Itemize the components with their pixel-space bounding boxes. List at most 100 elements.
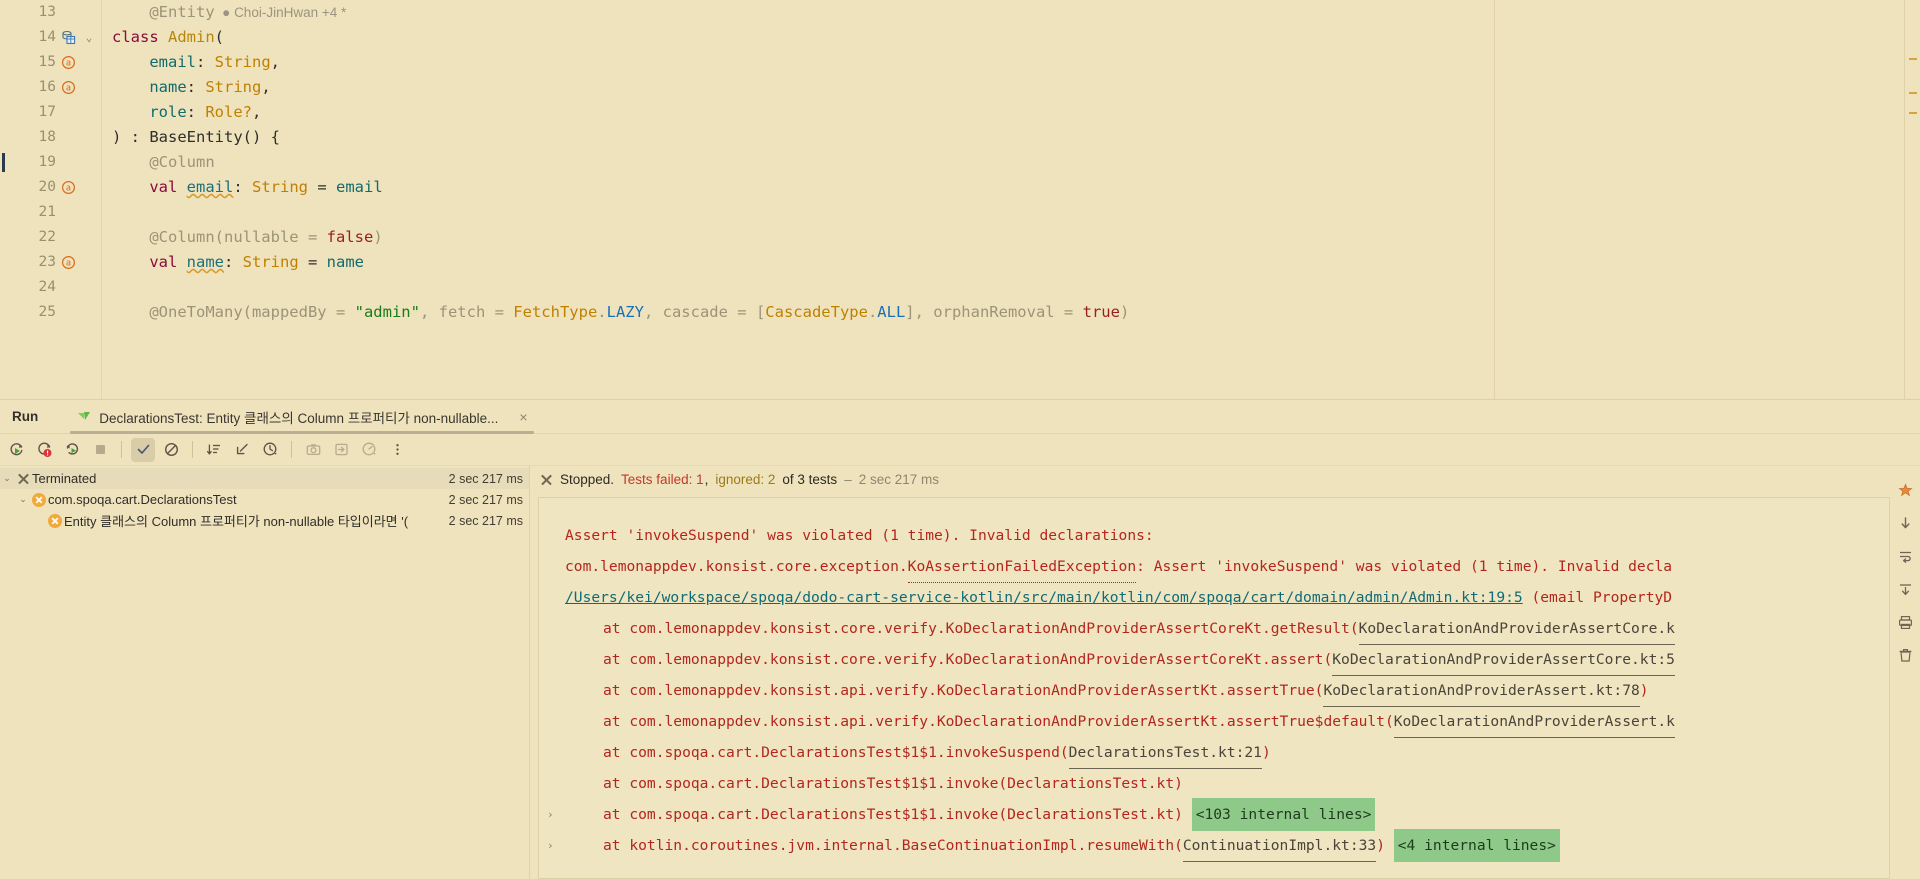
annotation-icon[interactable]: a bbox=[56, 75, 80, 100]
code-line[interactable]: @OneToMany(mappedBy = "admin", fetch = F… bbox=[102, 300, 1920, 325]
show-passed-button[interactable] bbox=[131, 437, 155, 462]
code-line[interactable]: @Column bbox=[102, 150, 1920, 175]
scroll-to-end-icon[interactable] bbox=[1894, 513, 1916, 533]
console-line[interactable]: /Users/kei/workspace/spoqa/dodo-cart-ser… bbox=[539, 582, 1889, 613]
code-editor[interactable]: 13 14 ⌄ 15 a 16 a 17 18 19 20 a 21 22 23 a 24 25 @Entity … bbox=[0, 0, 1920, 399]
tree-expander-icon[interactable]: ⌄ bbox=[0, 473, 14, 484]
status-of-tests: of 3 tests bbox=[782, 471, 838, 487]
toggle-auto-test-button[interactable] bbox=[60, 438, 84, 462]
close-icon[interactable]: × bbox=[519, 410, 527, 424]
stacktrace-link[interactable]: KoDeclarationAndProviderAssertCore.kt:5 bbox=[1332, 644, 1675, 676]
annotation-icon[interactable]: a bbox=[56, 50, 80, 75]
stacktrace-link[interactable]: KoDeclarationAndProviderAssert.k bbox=[1393, 706, 1675, 738]
annotation-icon[interactable]: a bbox=[56, 250, 80, 275]
console-output[interactable]: Assert 'invokeSuspend' was violated (1 t… bbox=[538, 497, 1890, 879]
fold-arrow-icon[interactable]: ⌄ bbox=[80, 25, 98, 50]
console-line[interactable]: › at com.spoqa.cart.DeclarationsTest$1$1.… bbox=[539, 798, 1889, 831]
print-icon[interactable] bbox=[1894, 612, 1916, 632]
stacktrace-link[interactable]: KoDeclarationAndProviderAssert.kt:78 bbox=[1323, 675, 1640, 707]
history-button[interactable] bbox=[258, 438, 282, 462]
console-line[interactable]: at com.spoqa.cart.DeclarationsTest$1$1.i… bbox=[539, 768, 1889, 799]
code-line[interactable]: @Entity ● Choi-JinHwan +4 * bbox=[102, 0, 1920, 25]
gutter-row[interactable]: 22 bbox=[0, 225, 102, 250]
rerun-button[interactable] bbox=[4, 438, 28, 462]
gutter-empty bbox=[56, 125, 80, 150]
stacktrace-link[interactable]: ContinuationImpl.kt:33 bbox=[1182, 830, 1377, 862]
code-token: = bbox=[308, 178, 336, 196]
editor-scrollbar[interactable] bbox=[1904, 0, 1920, 399]
show-ignored-button[interactable] bbox=[159, 438, 183, 462]
stacktrace-expander-icon[interactable]: › bbox=[547, 799, 561, 830]
soft-wrap-icon[interactable] bbox=[1894, 546, 1916, 566]
gutter-row[interactable]: 16 a bbox=[0, 75, 102, 100]
import-tests-button[interactable] bbox=[329, 438, 353, 462]
console-icon-rail[interactable] bbox=[1890, 466, 1920, 879]
stacktrace-expander-icon[interactable]: › bbox=[547, 830, 561, 861]
console-line[interactable]: at com.lemonappdev.konsist.api.verify.Ko… bbox=[539, 706, 1889, 738]
gutter-row[interactable]: 18 bbox=[0, 125, 102, 150]
rerun-failed-tests-button[interactable] bbox=[32, 438, 56, 462]
database-icon[interactable] bbox=[56, 25, 80, 50]
run-tab-declarations-test[interactable]: DeclarationsTest: Entity 클래스의 Column 프로퍼… bbox=[66, 400, 537, 434]
console-line[interactable]: at com.lemonappdev.konsist.core.verify.K… bbox=[539, 644, 1889, 676]
clear-all-icon[interactable] bbox=[1894, 645, 1916, 665]
internal-lines-badge[interactable]: <103 internal lines> bbox=[1191, 798, 1376, 831]
gutter-row[interactable]: 13 bbox=[0, 0, 102, 25]
gutter-row[interactable]: 20 a bbox=[0, 175, 102, 200]
test-results-tree[interactable]: ⌄ Terminated 2 sec 217 ms ⌄ com.spoqa.cart.D… bbox=[0, 466, 530, 879]
gutter-row[interactable]: 19 bbox=[0, 150, 102, 175]
code-line[interactable]: role: Role?, bbox=[102, 100, 1920, 125]
stacktrace-link[interactable]: KoDeclarationAndProviderAssertCore.k bbox=[1358, 613, 1675, 645]
code-line[interactable]: ) : BaseEntity() { bbox=[102, 125, 1920, 150]
test-tree-row[interactable]: Entity 클래스의 Column 프로퍼티가 non-nullable 타입… bbox=[0, 510, 529, 531]
code-line[interactable]: name: String, bbox=[102, 75, 1920, 100]
code-line[interactable]: @Column(nullable = false) bbox=[102, 225, 1920, 250]
next-occurrence-icon[interactable] bbox=[1894, 579, 1916, 599]
code-line[interactable] bbox=[102, 275, 1920, 300]
file-link[interactable]: /Users/kei/workspace/spoqa/dodo-cart-ser… bbox=[565, 582, 1523, 613]
line-number: 14 bbox=[38, 29, 56, 45]
console-line[interactable]: at com.lemonappdev.konsist.api.verify.Ko… bbox=[539, 675, 1889, 707]
run-toolbar[interactable] bbox=[0, 434, 1920, 466]
code-line[interactable] bbox=[102, 200, 1920, 225]
expand-collapse-button[interactable] bbox=[230, 438, 254, 462]
more-options-button[interactable] bbox=[385, 438, 409, 462]
stacktrace-link[interactable]: DeclarationsTest.kt:21 bbox=[1068, 737, 1262, 769]
gutter-row[interactable]: 23 a bbox=[0, 250, 102, 275]
code-token: name bbox=[326, 253, 364, 271]
console-line[interactable]: com.lemonappdev.konsist.core.exception. K… bbox=[539, 551, 1889, 583]
code-line[interactable]: val email: String = email bbox=[102, 175, 1920, 200]
exception-class-link[interactable]: KoAssertionFailedException bbox=[907, 551, 1137, 583]
console-line[interactable]: › at kotlin.coroutines.jvm.internal.BaseC… bbox=[539, 829, 1889, 862]
code-content[interactable]: @Entity ● Choi-JinHwan +4 * class Admin( … bbox=[102, 0, 1920, 399]
gutter-row[interactable]: 15 a bbox=[0, 50, 102, 75]
code-line[interactable]: class Admin( bbox=[102, 25, 1920, 50]
code-token: false bbox=[326, 228, 374, 246]
export-screenshot-button[interactable] bbox=[301, 438, 325, 462]
test-tree-row[interactable]: ⌄ com.spoqa.cart.DeclarationsTest 2 sec 21… bbox=[0, 489, 529, 510]
code-line[interactable]: val name: String = name bbox=[102, 250, 1920, 275]
test-status-icon bbox=[14, 472, 32, 485]
annotation-icon[interactable]: a bbox=[56, 175, 80, 200]
stop-button[interactable] bbox=[88, 438, 112, 462]
tree-expander-icon[interactable]: ⌄ bbox=[16, 494, 30, 505]
profiler-button[interactable] bbox=[357, 438, 381, 462]
code-token: email bbox=[186, 178, 234, 196]
internal-lines-badge[interactable]: <4 internal lines> bbox=[1393, 829, 1560, 862]
bookmark-star-icon[interactable] bbox=[1894, 480, 1916, 500]
gutter-row[interactable]: 17 bbox=[0, 100, 102, 125]
code-token: ( bbox=[214, 28, 225, 46]
editor-gutter[interactable]: 13 14 ⌄ 15 a 16 a 17 18 19 20 a 21 22 23 a 24 25 bbox=[0, 0, 102, 399]
gutter-row[interactable]: 25 bbox=[0, 300, 102, 325]
test-tree-row[interactable]: ⌄ Terminated 2 sec 217 ms bbox=[0, 468, 529, 489]
code-token: name bbox=[149, 78, 187, 96]
test-tree-label: com.spoqa.cart.DeclarationsTest bbox=[48, 492, 237, 507]
console-line[interactable]: at com.spoqa.cart.DeclarationsTest$1$1.i… bbox=[539, 737, 1889, 769]
gutter-row[interactable]: 21 bbox=[0, 200, 102, 225]
console-line[interactable]: Assert 'invokeSuspend' was violated (1 t… bbox=[539, 520, 1889, 551]
code-line[interactable]: email: String, bbox=[102, 50, 1920, 75]
gutter-row[interactable]: 24 bbox=[0, 275, 102, 300]
console-line[interactable]: at com.lemonappdev.konsist.core.verify.K… bbox=[539, 613, 1889, 645]
gutter-row[interactable]: 14 ⌄ bbox=[0, 25, 102, 50]
sort-by-duration-button[interactable] bbox=[202, 438, 226, 462]
